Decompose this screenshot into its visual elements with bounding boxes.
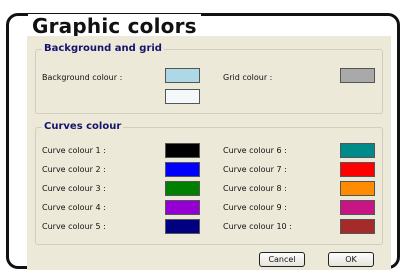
- curve-colour-6-swatch[interactable]: [340, 143, 375, 158]
- curve-colour-4-swatch[interactable]: [165, 200, 200, 215]
- curve-colour-8-swatch[interactable]: [340, 181, 375, 196]
- curve-colour-10-swatch[interactable]: [340, 219, 375, 234]
- background-grid-legend: Background and grid: [42, 43, 164, 54]
- background-colour-label: Background colour :: [42, 73, 123, 82]
- dialog-body: Background and grid Background colour : …: [27, 36, 391, 270]
- background-colour-swatch[interactable]: [165, 68, 200, 83]
- curve-colour-3-label: Curve colour 3 :: [42, 184, 106, 193]
- cancel-button[interactable]: Cancel: [259, 252, 305, 267]
- curve-colour-7-label: Curve colour 7 :: [223, 165, 287, 174]
- grid-colour-swatch[interactable]: [340, 68, 375, 83]
- curve-colour-9-swatch[interactable]: [340, 200, 375, 215]
- background-grid-group: Background and grid Background colour : …: [35, 43, 383, 114]
- curve-colour-1-swatch[interactable]: [165, 143, 200, 158]
- curve-colour-7-swatch[interactable]: [340, 162, 375, 177]
- curve-colour-5-swatch[interactable]: [165, 219, 200, 234]
- curve-colour-8-label: Curve colour 8 :: [223, 184, 287, 193]
- curve-colour-1-label: Curve colour 1 :: [42, 146, 106, 155]
- curve-colour-3-swatch[interactable]: [165, 181, 200, 196]
- ok-button[interactable]: OK: [328, 252, 374, 267]
- background-colour-secondary-swatch[interactable]: [165, 89, 200, 104]
- curve-colour-2-swatch[interactable]: [165, 162, 200, 177]
- curve-colour-5-label: Curve colour 5 :: [42, 222, 106, 231]
- curve-colour-9-label: Curve colour 9 :: [223, 203, 287, 212]
- curve-colour-2-label: Curve colour 2 :: [42, 165, 106, 174]
- curve-colour-10-label: Curve colour 10 :: [223, 222, 292, 231]
- window-title: Graphic colors: [28, 14, 201, 38]
- grid-colour-label: Grid colour :: [223, 73, 273, 82]
- curve-colour-4-label: Curve colour 4 :: [42, 203, 106, 212]
- curve-colour-6-label: Curve colour 6 :: [223, 146, 287, 155]
- curves-colour-legend: Curves colour: [42, 121, 124, 132]
- curves-colour-group: Curves colour Curve colour 1 : Curve col…: [35, 121, 383, 245]
